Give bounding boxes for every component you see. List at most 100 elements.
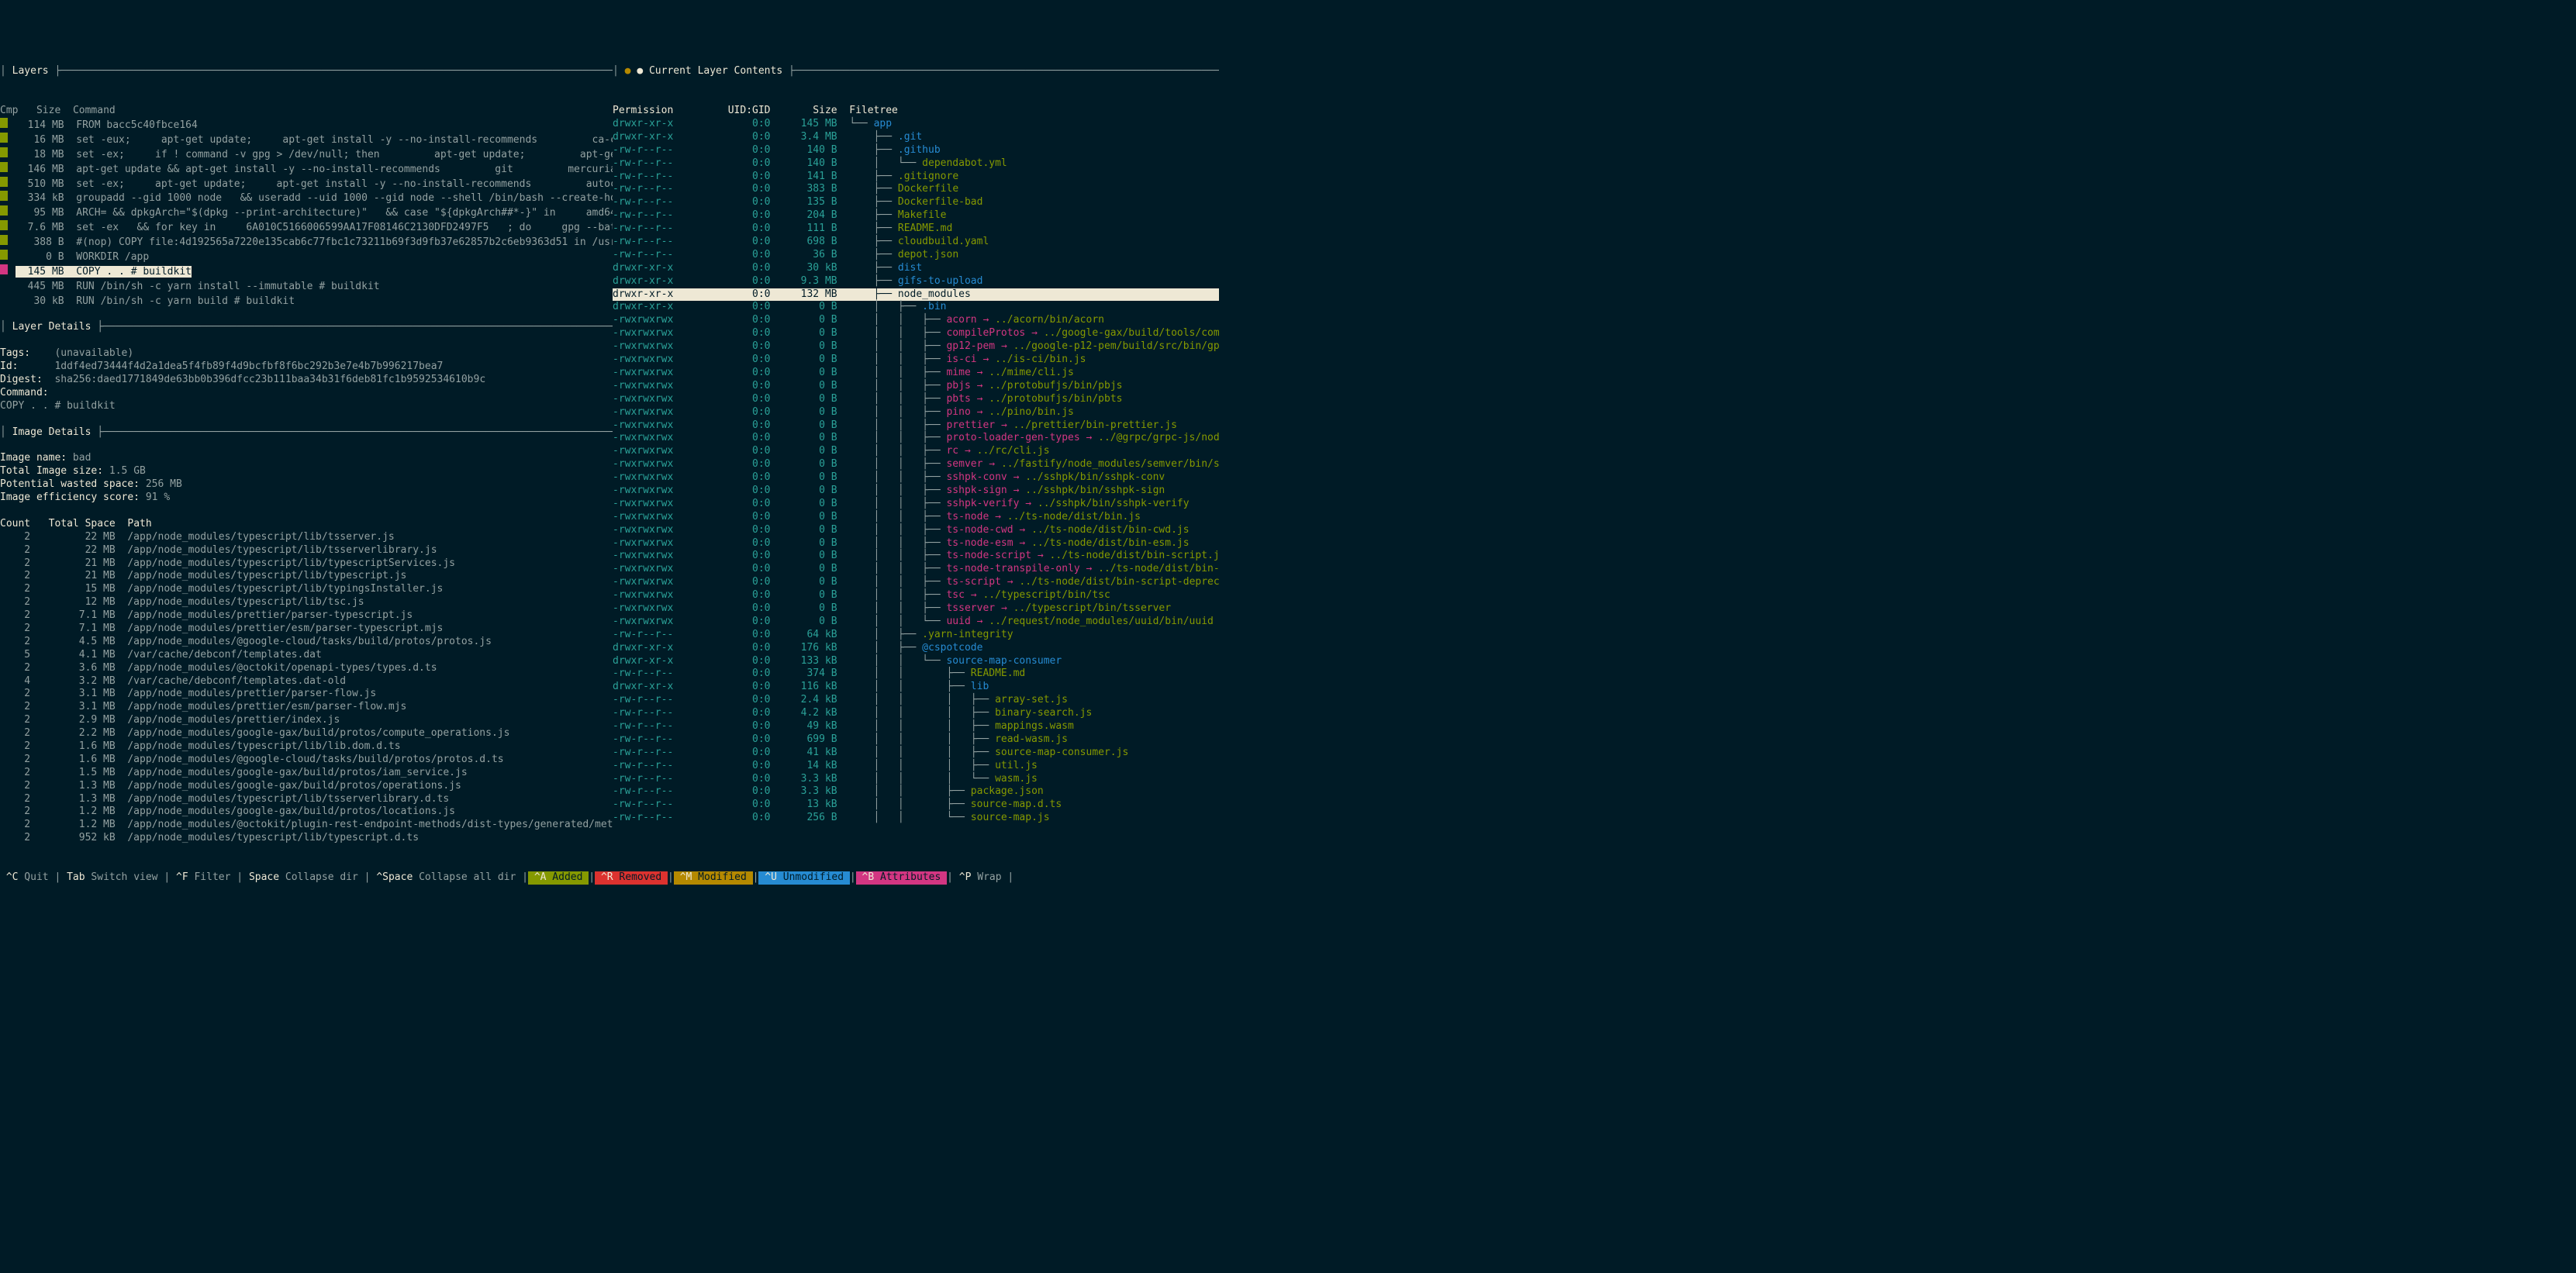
filetree-row[interactable]: -rwxrwxrwx 0:0 0 B │ │ ├── ts-node-scrip… (613, 550, 1219, 563)
filetree-row[interactable]: -rw-r--r-- 0:0 374 B │ │ ├── README.md (613, 668, 1219, 681)
filetree-row[interactable]: -rwxrwxrwx 0:0 0 B │ │ ├── pbts → ../pro… (613, 393, 1219, 406)
filetree-row[interactable]: -rwxrwxrwx 0:0 0 B │ │ ├── acorn → ../ac… (613, 314, 1219, 327)
filetree-row[interactable]: -rwxrwxrwx 0:0 0 B │ │ ├── tsc → ../type… (613, 589, 1219, 602)
filetree-row[interactable]: -rwxrwxrwx 0:0 0 B │ │ ├── semver → ../f… (613, 458, 1219, 471)
wasted-row: 2 21 MB /app/node_modules/typescript/lib… (0, 570, 613, 583)
filetree-row[interactable]: -rw-r--r-- 0:0 2.4 kB │ │ │ ├── array-se… (613, 694, 1219, 707)
filetree-row[interactable]: -rwxrwxrwx 0:0 0 B │ │ ├── gp12-pem → ..… (613, 340, 1219, 354)
layers-list[interactable]: Cmp Size Command 114 MB FROM bacc5c40fbc… (0, 105, 613, 845)
wasted-row: 2 4.5 MB /app/node_modules/@google-cloud… (0, 636, 613, 649)
filetree-row[interactable]: -rwxrwxrwx 0:0 0 B │ │ ├── prettier → ..… (613, 419, 1219, 433)
cmp-bar-icon (0, 133, 8, 143)
layer-row[interactable]: 145 MB COPY . . # buildkit (0, 264, 613, 279)
filetree-row[interactable]: -rwxrwxrwx 0:0 0 B │ │ ├── ts-script → .… (613, 576, 1219, 589)
filetree-row[interactable]: -rw-r--r-- 0:0 4.2 kB │ │ │ ├── binary-s… (613, 707, 1219, 720)
layer-row[interactable]: 95 MB ARCH= && dpkgArch="$(dpkg --print-… (0, 205, 613, 220)
filetree-row[interactable]: -rw-r--r-- 0:0 698 B ├── cloudbuild.yaml (613, 236, 1219, 249)
filetree-row[interactable]: -rw-r--r-- 0:0 135 B ├── Dockerfile-bad (613, 196, 1219, 209)
cmp-bar-icon (0, 177, 8, 187)
filetree-row[interactable]: -rw-r--r-- 0:0 140 B │ └── dependabot.ym… (613, 157, 1219, 171)
col-size: Size (36, 105, 60, 116)
filetree-row[interactable]: -rwxrwxrwx 0:0 0 B │ │ ├── ts-node-cwd →… (613, 524, 1219, 537)
filetree-row[interactable]: drwxr-xr-x 0:0 3.4 MB ├── .git (613, 131, 1219, 144)
filetree-row[interactable]: -rw-r--r-- 0:0 141 B ├── .gitignore (613, 171, 1219, 184)
filetree-row[interactable]: -rwxrwxrwx 0:0 0 B │ │ ├── pino → ../pin… (613, 406, 1219, 419)
cmp-bar-icon (0, 191, 8, 201)
filetree-row[interactable]: -rwxrwxrwx 0:0 0 B │ │ ├── mime → ../mim… (613, 367, 1219, 380)
filetree-row[interactable]: -rw-r--r-- 0:0 64 kB │ ├── .yarn-integri… (613, 629, 1219, 642)
filetree-row[interactable]: drwxr-xr-x 0:0 30 kB ├── dist (613, 262, 1219, 275)
filetree-row[interactable]: -rw-r--r-- 0:0 140 B ├── .github (613, 144, 1219, 157)
layer-row[interactable]: 7.6 MB set -ex && for key in 6A010C51660… (0, 220, 613, 235)
filetree-row[interactable]: -rw-r--r-- 0:0 41 kB │ │ │ ├── source-ma… (613, 747, 1219, 760)
footer-hint: ^A Added (528, 871, 589, 885)
filetree-row[interactable]: -rwxrwxrwx 0:0 0 B │ │ ├── proto-loader-… (613, 432, 1219, 445)
wasted-row: 2 15 MB /app/node_modules/typescript/lib… (0, 583, 613, 596)
filetree-row[interactable]: -rw-r--r-- 0:0 13 kB │ │ ├── source-map.… (613, 799, 1219, 812)
wasted-row: 2 2.9 MB /app/node_modules/prettier/inde… (0, 714, 613, 727)
wasted-row: 2 952 kB /app/node_modules/typescript/li… (0, 832, 613, 845)
layer-row[interactable]: 388 B #(nop) COPY file:4d192565a7220e135… (0, 235, 613, 250)
cmp-bar-icon (0, 147, 8, 157)
cmp-bar-icon (0, 118, 8, 128)
layer-row[interactable]: 445 MB RUN /bin/sh -c yarn install --imm… (0, 279, 613, 294)
filetree-row[interactable]: -rwxrwxrwx 0:0 0 B │ │ ├── ts-node-trans… (613, 563, 1219, 576)
layer-row[interactable]: 30 kB RUN /bin/sh -c yarn build # buildk… (0, 294, 613, 309)
filetree-row[interactable]: -rwxrwxrwx 0:0 0 B │ │ └── uuid → ../req… (613, 616, 1219, 629)
filetree-row[interactable]: -rwxrwxrwx 0:0 0 B │ │ ├── sshpk-sign → … (613, 485, 1219, 498)
wasted-row: 2 7.1 MB /app/node_modules/prettier/esm/… (0, 623, 613, 636)
wasted-row: 2 22 MB /app/node_modules/typescript/lib… (0, 544, 613, 557)
filetree-row[interactable]: -rw-r--r-- 0:0 383 B ├── Dockerfile (613, 183, 1219, 196)
active-dot-icon: ● (625, 65, 631, 77)
filetree-row[interactable]: drwxr-xr-x 0:0 0 B │ ├── .bin (613, 301, 1219, 314)
footer-hint: Space Collapse dir (243, 871, 364, 885)
filetree[interactable]: Permission UID:GID Size Filetreedrwxr-xr… (613, 105, 1219, 845)
filetree-row[interactable]: -rwxrwxrwx 0:0 0 B │ │ ├── is-ci → ../is… (613, 354, 1219, 367)
filetree-row[interactable]: -rw-r--r-- 0:0 699 B │ │ │ ├── read-wasm… (613, 733, 1219, 747)
cmp-bar-icon (0, 250, 8, 260)
layer-row[interactable]: 334 kB groupadd --gid 1000 node && usera… (0, 191, 613, 205)
filetree-row[interactable]: -rwxrwxrwx 0:0 0 B │ │ ├── tsserver → ..… (613, 602, 1219, 616)
filetree-row[interactable]: drwxr-xr-x 0:0 9.3 MB ├── gifs-to-upload (613, 275, 1219, 288)
layer-row[interactable]: 16 MB set -eux; apt-get update; apt-get … (0, 133, 613, 147)
wasted-row: 5 4.1 MB /var/cache/debconf/templates.da… (0, 649, 613, 662)
filetree-row[interactable]: -rw-r--r-- 0:0 204 B ├── Makefile (613, 209, 1219, 223)
footer-hint: ^U Unmodified (758, 871, 849, 885)
filetree-row[interactable]: -rw-r--r-- 0:0 14 kB │ │ │ ├── util.js (613, 760, 1219, 773)
layer-row[interactable]: 146 MB apt-get update && apt-get install… (0, 162, 613, 177)
wasted-row: 2 1.2 MB /app/node_modules/google-gax/bu… (0, 806, 613, 819)
wasted-row: 2 2.2 MB /app/node_modules/google-gax/bu… (0, 727, 613, 740)
footer-bar: ^C Quit | Tab Switch view | ^F Filter | … (0, 871, 1219, 885)
filetree-row[interactable]: -rwxrwxrwx 0:0 0 B │ │ ├── rc → ../rc/cl… (613, 445, 1219, 458)
footer-hint: ^F Filter (170, 871, 237, 885)
layer-row[interactable]: 114 MB FROM bacc5c40fbce164 (0, 118, 613, 133)
filetree-row[interactable]: -rw-r--r-- 0:0 36 B ├── depot.json (613, 249, 1219, 262)
filetree-row[interactable]: drwxr-xr-x 0:0 145 MB └── app (613, 118, 1219, 131)
filetree-row[interactable]: -rwxrwxrwx 0:0 0 B │ │ ├── ts-node-esm →… (613, 537, 1219, 550)
col-cmp: Cmp (0, 105, 18, 116)
wasted-row: 2 12 MB /app/node_modules/typescript/lib… (0, 596, 613, 609)
filetree-row[interactable]: -rw-r--r-- 0:0 3.3 kB │ │ │ └── wasm.js (613, 773, 1219, 786)
filetree-row[interactable]: -rw-r--r-- 0:0 49 kB │ │ │ ├── mappings.… (613, 720, 1219, 733)
filetree-row[interactable]: -rw-r--r-- 0:0 3.3 kB │ │ ├── package.js… (613, 785, 1219, 799)
filetree-row[interactable]: drwxr-xr-x 0:0 133 kB │ │ └── source-map… (613, 655, 1219, 668)
filetree-row[interactable]: -rwxrwxrwx 0:0 0 B │ │ ├── sshpk-verify … (613, 498, 1219, 511)
filetree-row[interactable]: -rwxrwxrwx 0:0 0 B │ │ ├── ts-node → ../… (613, 511, 1219, 524)
layers-panel: │ Layers ├──────────────────────────────… (0, 65, 613, 78)
footer-hint: ^P Wrap (953, 871, 1007, 885)
wasted-row: 2 21 MB /app/node_modules/typescript/lib… (0, 557, 613, 571)
filetree-row[interactable]: drwxr-xr-x 0:0 132 MB ├── node_modules (613, 288, 1219, 302)
filetree-row[interactable]: -rw-r--r-- 0:0 256 B │ │ └── source-map.… (613, 812, 1219, 825)
filetree-row[interactable]: -rw-r--r-- 0:0 111 B ├── README.md (613, 223, 1219, 236)
filetree-row[interactable]: drwxr-xr-x 0:0 176 kB │ ├── @cspotcode (613, 642, 1219, 655)
filetree-row[interactable]: drwxr-xr-x 0:0 116 kB │ │ ├── lib (613, 681, 1219, 694)
footer-hint: ^Space Collapse all dir (370, 871, 522, 885)
filetree-row[interactable]: -rwxrwxrwx 0:0 0 B │ │ ├── pbjs → ../pro… (613, 380, 1219, 393)
layers-title: Layers (12, 65, 49, 77)
layer-row[interactable]: 510 MB set -ex; apt-get update; apt-get … (0, 177, 613, 191)
wasted-row: 2 3.1 MB /app/node_modules/prettier/pars… (0, 688, 613, 701)
layer-row[interactable]: 0 B WORKDIR /app (0, 250, 613, 264)
filetree-row[interactable]: -rwxrwxrwx 0:0 0 B │ │ ├── compileProtos… (613, 327, 1219, 340)
layer-row[interactable]: 18 MB set -ex; if ! command -v gpg > /de… (0, 147, 613, 162)
filetree-row[interactable]: -rwxrwxrwx 0:0 0 B │ │ ├── sshpk-conv → … (613, 471, 1219, 485)
